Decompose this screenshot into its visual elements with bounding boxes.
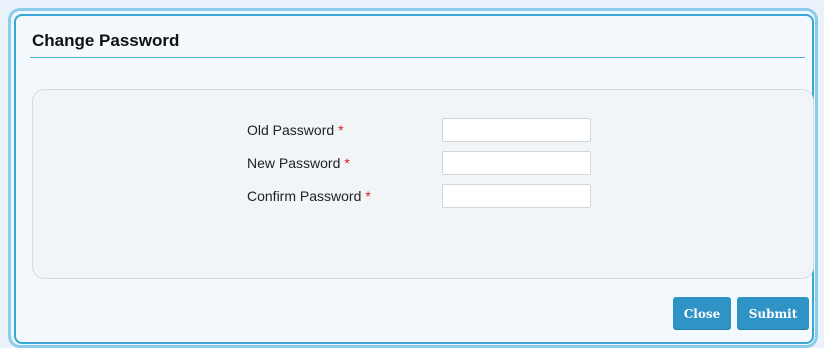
dialog-title: Change Password [32, 31, 180, 50]
submit-button[interactable]: Submit [737, 297, 809, 330]
required-mark: * [344, 155, 350, 171]
change-password-dialog: Change Password Old Password * New Passwo… [14, 14, 814, 344]
confirm-password-label-text: Confirm Password [247, 188, 362, 204]
required-mark: * [338, 122, 344, 138]
confirm-password-row: Confirm Password * [33, 184, 813, 208]
required-mark: * [365, 188, 371, 204]
new-password-input[interactable] [442, 151, 591, 175]
title-divider [30, 57, 805, 58]
new-password-label: New Password * [247, 155, 350, 171]
confirm-password-input[interactable] [442, 184, 591, 208]
form-panel: Old Password * New Password * Confirm Pass… [32, 89, 814, 279]
old-password-row: Old Password * [33, 118, 813, 142]
old-password-input[interactable] [442, 118, 591, 142]
old-password-label: Old Password * [247, 122, 344, 138]
old-password-label-text: Old Password [247, 122, 335, 138]
close-button[interactable]: Close [673, 297, 731, 330]
confirm-password-label: Confirm Password * [247, 188, 371, 204]
new-password-label-text: New Password [247, 155, 341, 171]
new-password-row: New Password * [33, 151, 813, 175]
